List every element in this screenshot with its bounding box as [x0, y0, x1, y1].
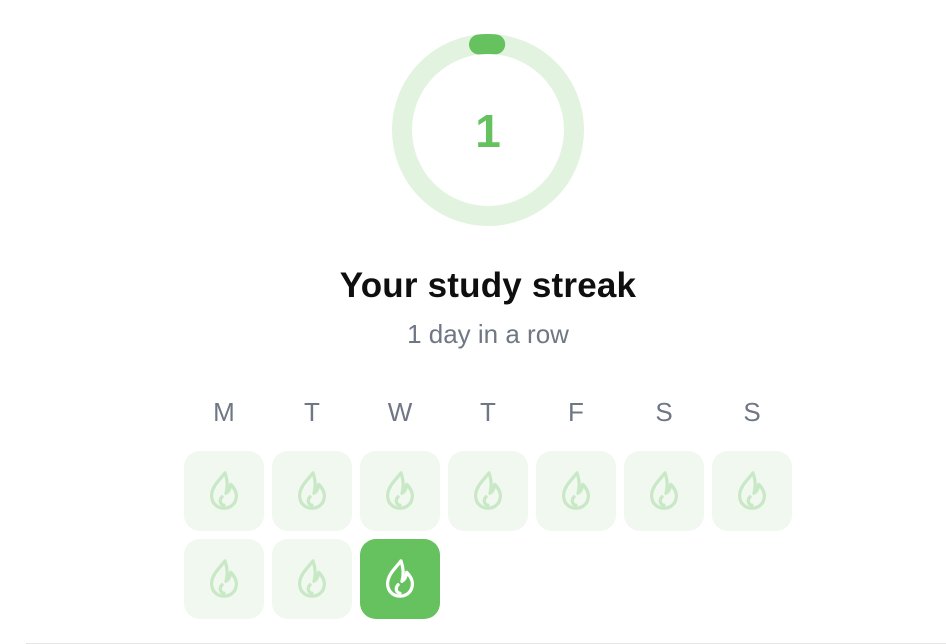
weekday-label-mon: M	[213, 397, 235, 427]
day-cell	[184, 539, 264, 619]
day-cell	[536, 451, 616, 531]
day-cell	[360, 451, 440, 531]
streak-calendar	[184, 451, 792, 619]
day-cell	[184, 451, 264, 531]
flame-icon	[382, 558, 418, 600]
flame-icon	[382, 470, 418, 512]
flame-icon	[206, 470, 242, 512]
streak-title: Your study streak	[339, 266, 637, 305]
weekday-label-wed: W	[387, 397, 413, 427]
flame-icon	[206, 558, 242, 600]
streak-ring: 1	[392, 34, 584, 226]
streak-subtitle: 1 day in a row	[407, 319, 569, 349]
day-cell	[448, 451, 528, 531]
streak-count: 1	[475, 105, 501, 157]
flame-icon	[294, 558, 330, 600]
weekday-label-thu: T	[480, 397, 496, 427]
flame-icon	[470, 470, 506, 512]
weekday-label-sat: S	[655, 397, 673, 427]
day-cell	[712, 451, 792, 531]
flame-icon	[294, 470, 330, 512]
flame-icon	[558, 470, 594, 512]
weekday-labels: M T W T F S S	[184, 396, 792, 428]
weekday-label-tue: T	[304, 397, 320, 427]
day-cell	[624, 451, 704, 531]
flame-icon	[734, 470, 770, 512]
flame-icon	[646, 470, 682, 512]
day-cell	[272, 539, 352, 619]
weekday-label-fri: F	[568, 397, 584, 427]
day-cell	[272, 451, 352, 531]
weekday-label-sun: S	[743, 397, 761, 427]
day-cell	[360, 539, 440, 619]
